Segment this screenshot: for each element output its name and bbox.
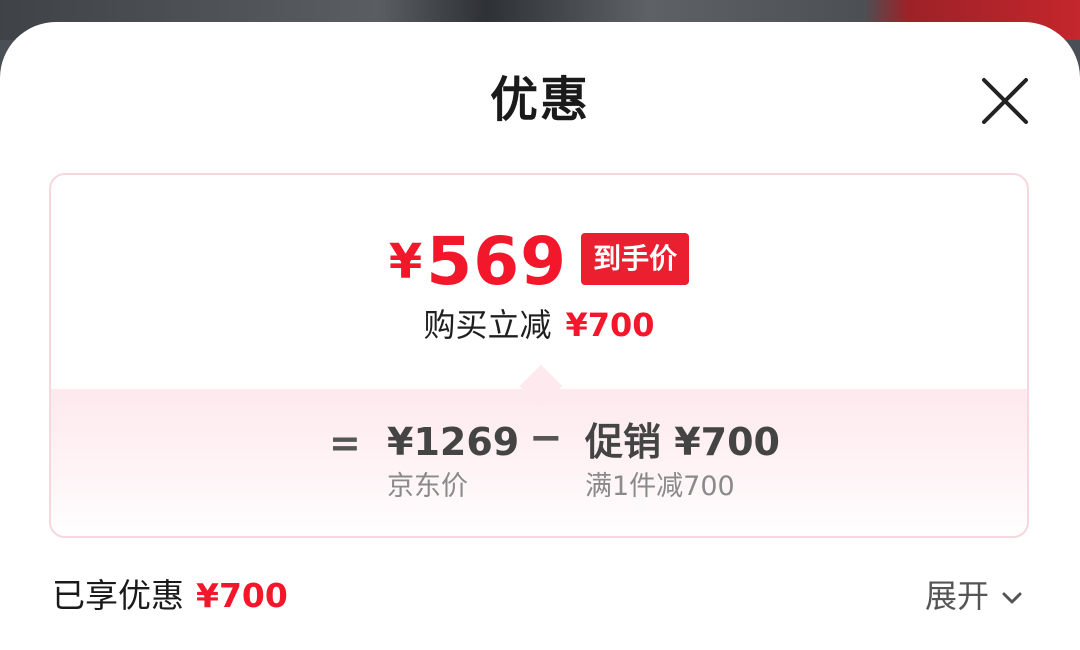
- equals-sign: =: [329, 421, 361, 465]
- final-price: 569: [426, 223, 568, 300]
- final-price-row: ¥ 569 到手价: [51, 227, 1027, 297]
- promo-value: 促销 ¥700: [585, 420, 780, 464]
- expand-label: 展开: [925, 577, 990, 615]
- price-summary-card: ¥ 569 到手价 购买立减 ¥700 = ¥1269 京东价 − 促销 ¥70…: [49, 173, 1029, 538]
- close-icon: [982, 78, 1028, 124]
- enjoyed-label: 已享优惠: [52, 576, 184, 615]
- enjoyed-discount-row: 已享优惠 ¥700: [52, 574, 288, 618]
- discount-row: 购买立减 ¥700: [51, 303, 1027, 347]
- enjoyed-amount: ¥700: [196, 576, 288, 615]
- close-button[interactable]: [976, 72, 1034, 130]
- currency-symbol: ¥: [388, 234, 423, 290]
- promo-column: 促销 ¥700 满1件减700: [585, 419, 780, 505]
- final-price-badge: 到手价: [581, 233, 690, 285]
- promo-description: 满1件减700: [585, 471, 735, 502]
- base-price-label: 京东价: [387, 471, 468, 502]
- price-breakdown-panel: [51, 389, 1027, 536]
- minus-sign: −: [529, 415, 563, 461]
- discount-amount: ¥700: [565, 306, 655, 344]
- base-price: ¥1269: [387, 420, 520, 464]
- discount-label: 购买立减: [423, 306, 552, 344]
- sheet-title: 优惠: [489, 72, 590, 128]
- base-price-column: ¥1269 京东价: [387, 419, 519, 505]
- chevron-down-icon: [1002, 592, 1022, 604]
- expand-button[interactable]: 展开: [925, 574, 1025, 618]
